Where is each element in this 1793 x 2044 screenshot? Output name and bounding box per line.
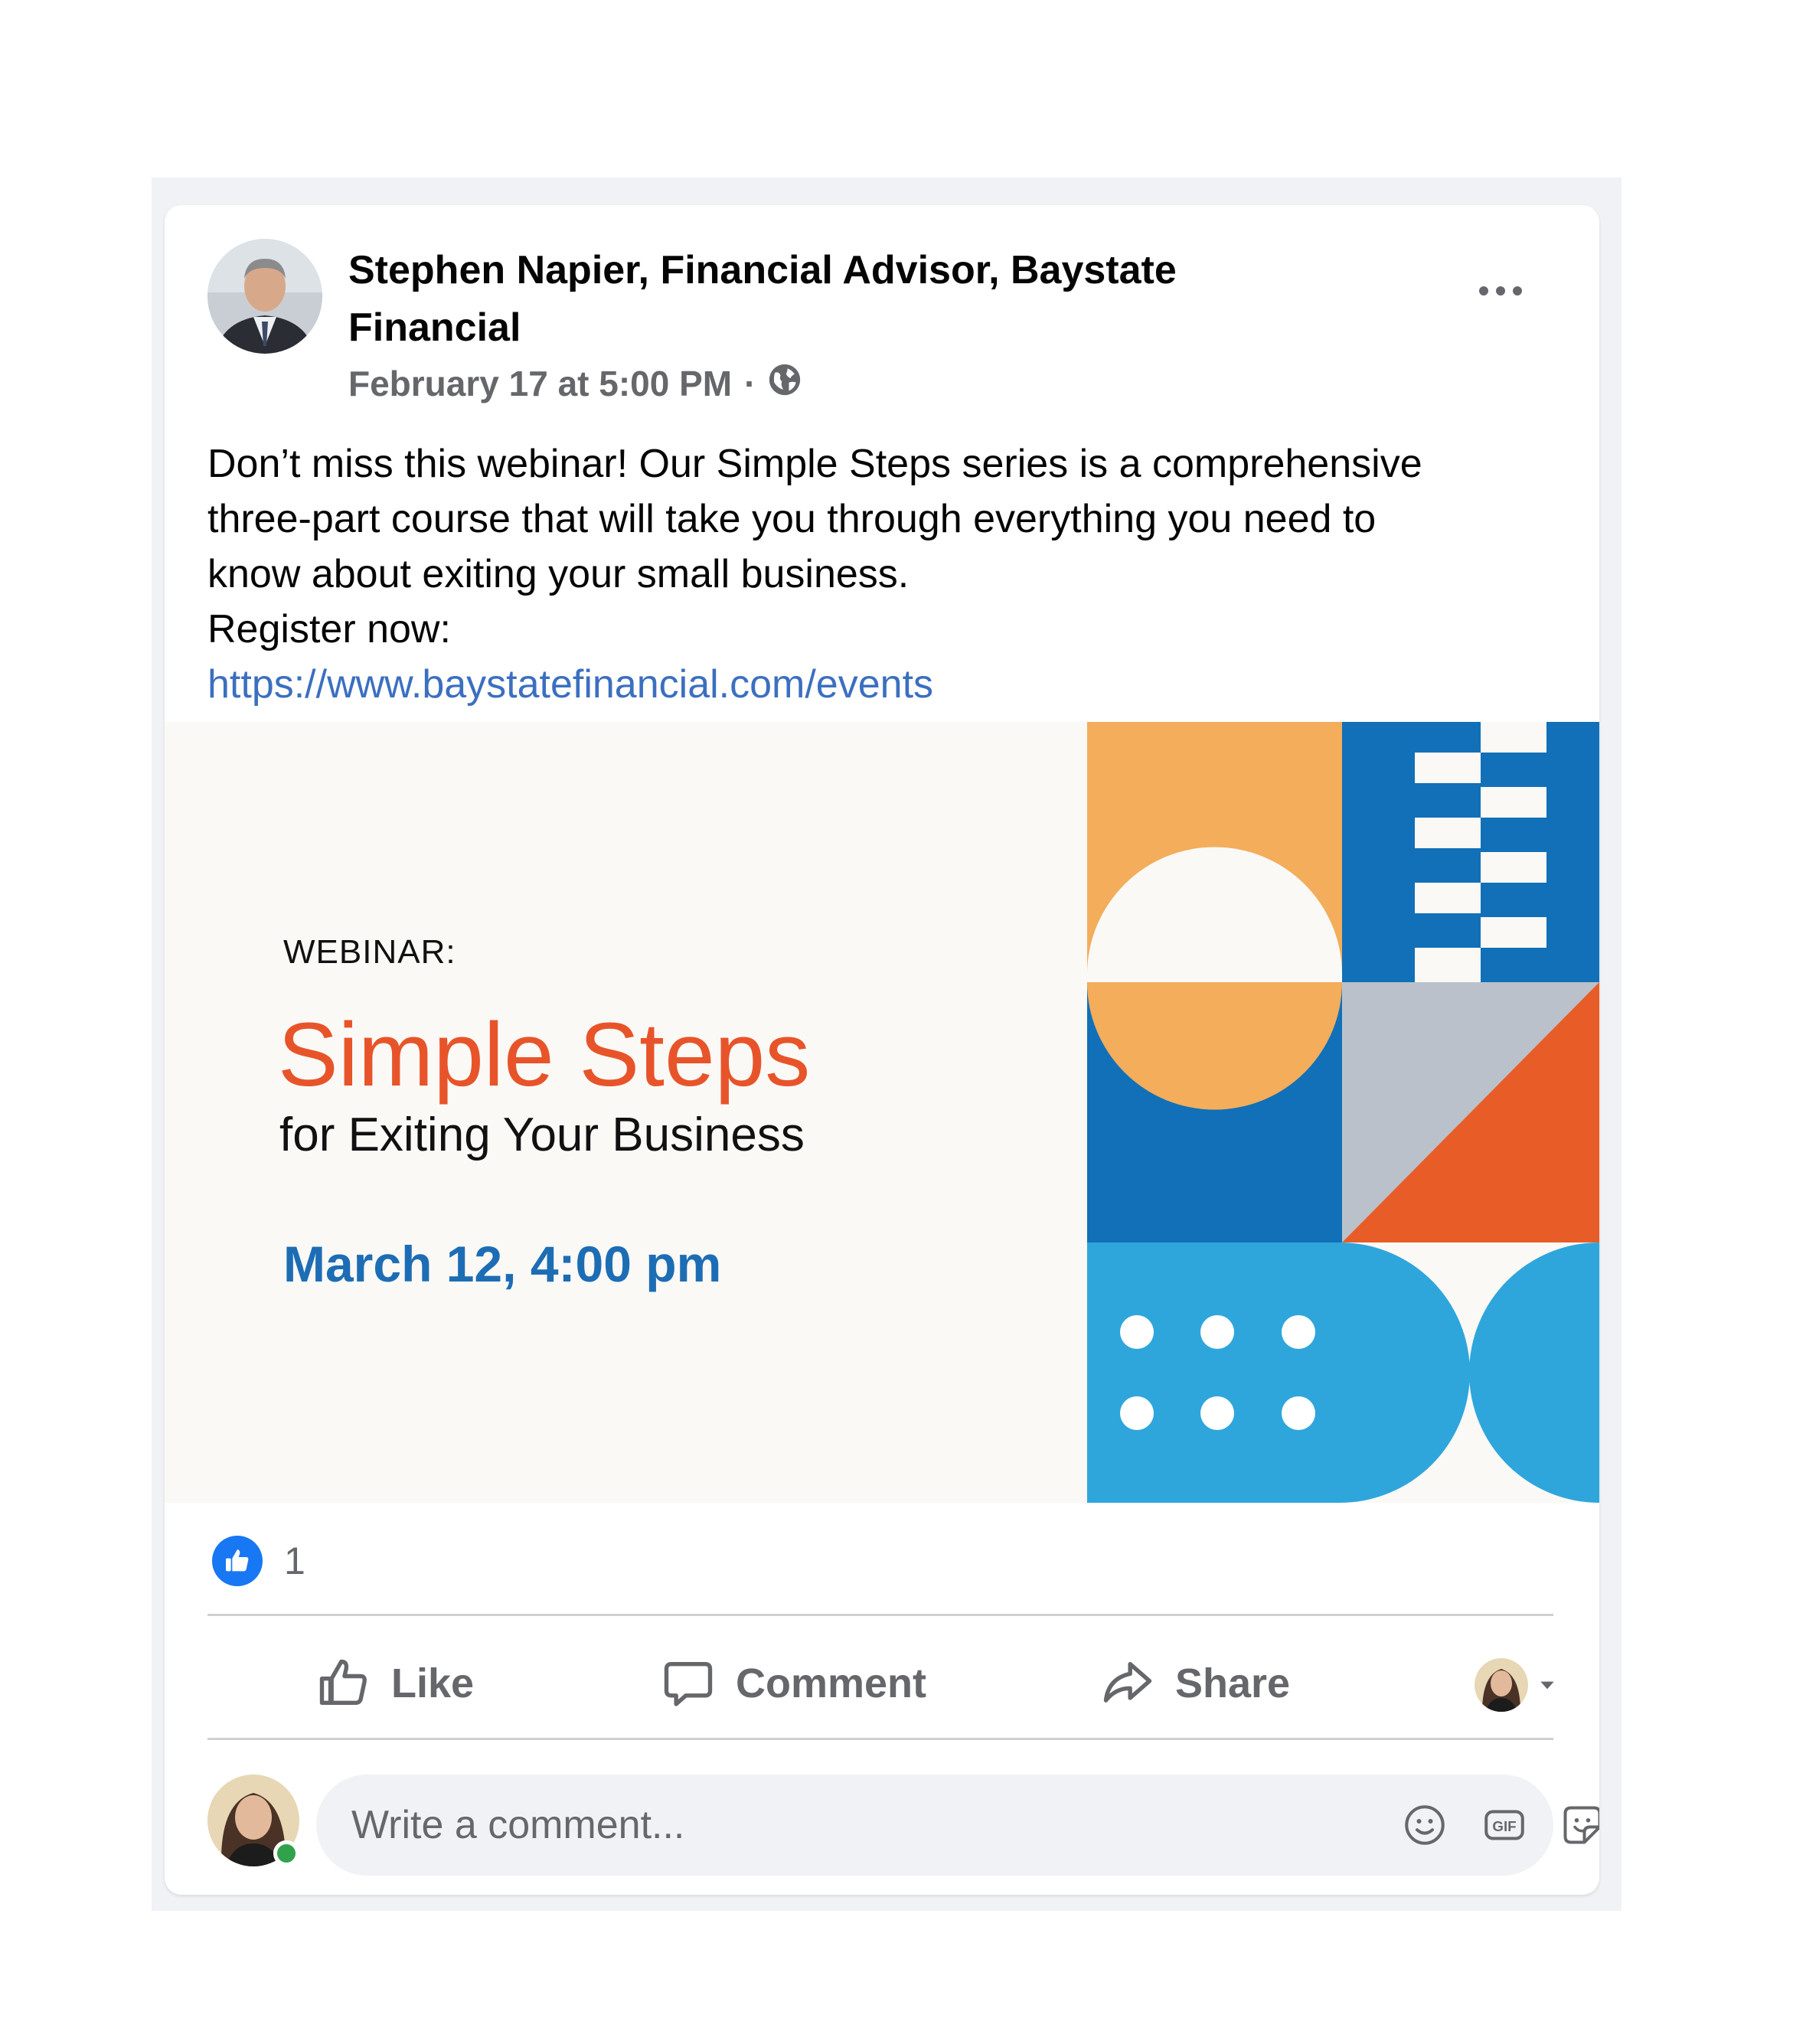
post-card: Stephen Napier, Financial Advisor, Bayst… [165, 205, 1599, 1895]
post-body-line: Don’t miss this webinar! Our Simple Step… [207, 442, 1422, 486]
author-name[interactable]: Stephen Napier, Financial Advisor, Bayst… [348, 242, 1282, 357]
share-button[interactable]: Share [1099, 1626, 1290, 1741]
geometric-artwork [1087, 722, 1599, 1503]
author-avatar[interactable] [207, 239, 322, 354]
comment-icon [664, 1661, 713, 1706]
reactions-summary[interactable]: 1 [212, 1534, 305, 1588]
more-options-icon[interactable] [1466, 268, 1535, 314]
post-body-line: three-part course that will take you thr… [207, 497, 1377, 541]
comment-composer: GIF [207, 1775, 1599, 1876]
like-icon [319, 1659, 367, 1706]
svg-text:GIF: GIF [1492, 1818, 1516, 1834]
sticker-icon[interactable] [1559, 1802, 1599, 1848]
share-icon [1103, 1661, 1152, 1703]
post-meta: February 17 at 5:00 PM · [348, 361, 802, 407]
webinar-title: Simple Steps [278, 1004, 811, 1105]
comment-button[interactable]: Comment [659, 1626, 926, 1741]
online-status-indicator [273, 1840, 299, 1866]
author-photo [207, 239, 322, 354]
webinar-subtitle: for Exiting Your Business [279, 1109, 805, 1161]
globe-icon[interactable] [768, 363, 802, 405]
post-timestamp[interactable]: February 17 at 5:00 PM [348, 363, 732, 404]
like-button[interactable]: Like [315, 1626, 474, 1741]
share-label: Share [1175, 1660, 1291, 1706]
comment-input[interactable] [316, 1775, 1553, 1876]
reaction-profile-selector[interactable] [1475, 1658, 1557, 1712]
divider [207, 1614, 1553, 1616]
like-label: Like [391, 1660, 475, 1706]
comment-label: Comment [736, 1660, 927, 1706]
post-body-line: Register now: [207, 607, 451, 651]
gif-icon[interactable]: GIF [1481, 1802, 1527, 1848]
webinar-image[interactable]: WEBINAR: Simple Steps for Exiting Your B… [165, 722, 1599, 1503]
meta-separator: · [744, 364, 756, 403]
thumbs-up-icon [212, 1536, 263, 1586]
webinar-date: March 12, 4:00 pm [283, 1236, 722, 1292]
divider [207, 1738, 1553, 1740]
webinar-label: WEBINAR: [283, 933, 456, 971]
post-link[interactable]: https://www.baystatefinancial.com/events [207, 657, 1570, 712]
caret-down-icon [1540, 1681, 1554, 1690]
post-body: Don’t miss this webinar! Our Simple Step… [207, 436, 1570, 712]
post-actions: Like Comment Share [207, 1626, 1554, 1741]
emoji-icon[interactable] [1402, 1802, 1448, 1848]
reaction-count: 1 [284, 1540, 305, 1582]
post-body-line: know about exiting your small business. [207, 552, 910, 596]
user-avatar [1475, 1658, 1528, 1712]
